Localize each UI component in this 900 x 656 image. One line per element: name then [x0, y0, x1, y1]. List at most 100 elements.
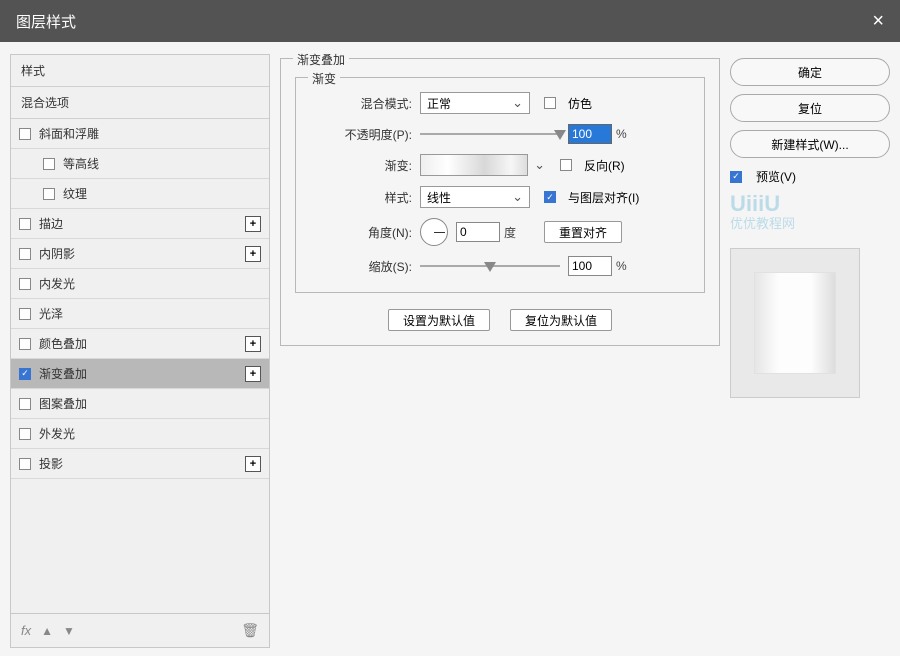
checkbox-icon[interactable]: [19, 218, 31, 230]
row-blend-mode: 混合模式: 正常 仿色: [310, 92, 690, 114]
add-effect-icon[interactable]: +: [245, 456, 261, 472]
checkbox-icon[interactable]: ✓: [19, 368, 31, 380]
blend-options-header[interactable]: 混合选项: [11, 87, 269, 119]
dither-label: 仿色: [568, 95, 592, 112]
sidebar-item-label: 等高线: [63, 155, 261, 172]
add-effect-icon[interactable]: +: [245, 366, 261, 382]
row-opacity: 不透明度(P): %: [310, 124, 690, 144]
label-opacity: 不透明度(P):: [310, 126, 420, 143]
reset-default-button[interactable]: 复位为默认值: [510, 309, 612, 331]
row-style: 样式: 线性 ✓ 与图层对齐(I): [310, 186, 690, 208]
checkbox-icon[interactable]: [19, 428, 31, 440]
sidebar-item[interactable]: 斜面和浮雕: [11, 119, 269, 149]
new-style-button[interactable]: 新建样式(W)...: [730, 130, 890, 158]
checkbox-icon[interactable]: [19, 308, 31, 320]
checkbox-icon[interactable]: [19, 338, 31, 350]
reverse-checkbox[interactable]: 反向(R): [560, 157, 625, 174]
blend-mode-select[interactable]: 正常: [420, 92, 530, 114]
sidebar-item[interactable]: 内阴影+: [11, 239, 269, 269]
settings-panel: 渐变叠加 渐变 混合模式: 正常 仿色 不透明度(P):: [280, 54, 720, 648]
reset-button[interactable]: 复位: [730, 94, 890, 122]
opacity-slider[interactable]: [420, 133, 560, 135]
sidebar-item-label: 内发光: [39, 275, 261, 292]
opacity-input[interactable]: [568, 124, 612, 144]
reverse-label: 反向(R): [584, 157, 625, 174]
label-gradient: 渐变:: [310, 157, 420, 174]
sidebar-item-label: 斜面和浮雕: [39, 125, 261, 142]
right-panel: 确定 复位 新建样式(W)... ✓ 预览(V) UiiiU 优优教程网: [730, 54, 890, 648]
add-effect-icon[interactable]: +: [245, 336, 261, 352]
default-buttons: 设置为默认值 复位为默认值: [295, 309, 705, 331]
sidebar-item[interactable]: 外发光: [11, 419, 269, 449]
sidebar-item-label: 渐变叠加: [39, 365, 245, 382]
fx-menu-icon[interactable]: fx: [21, 623, 31, 638]
preview-toggle[interactable]: ✓ 预览(V): [730, 168, 890, 185]
checkbox-icon[interactable]: [43, 188, 55, 200]
checkbox-icon: ✓: [544, 191, 556, 203]
checkbox-icon[interactable]: [19, 398, 31, 410]
checkbox-icon[interactable]: [19, 458, 31, 470]
slider-thumb-icon: [484, 262, 496, 272]
checkbox-icon[interactable]: [43, 158, 55, 170]
reset-align-button[interactable]: 重置对齐: [544, 221, 622, 243]
checkbox-icon: ✓: [730, 171, 742, 183]
align-layer-label: 与图层对齐(I): [568, 189, 639, 206]
blend-mode-value: 正常: [427, 95, 451, 112]
preview-box: [730, 248, 860, 398]
angle-input[interactable]: [456, 222, 500, 242]
row-scale: 缩放(S): %: [310, 256, 690, 276]
sidebar-item-label: 光泽: [39, 305, 261, 322]
sidebar-item-label: 图案叠加: [39, 395, 261, 412]
sidebar-item[interactable]: 描边+: [11, 209, 269, 239]
add-effect-icon[interactable]: +: [245, 246, 261, 262]
preview-sample: [755, 273, 835, 373]
sidebar-item[interactable]: 投影+: [11, 449, 269, 479]
styles-sidebar: 样式 混合选项 斜面和浮雕等高线纹理描边+内阴影+内发光光泽颜色叠加+✓渐变叠加…: [10, 54, 270, 648]
styles-list: 样式 混合选项 斜面和浮雕等高线纹理描边+内阴影+内发光光泽颜色叠加+✓渐变叠加…: [11, 55, 269, 613]
ok-button[interactable]: 确定: [730, 58, 890, 86]
gradient-picker[interactable]: [420, 154, 528, 176]
checkbox-icon[interactable]: [19, 248, 31, 260]
sidebar-item[interactable]: 等高线: [11, 149, 269, 179]
close-icon[interactable]: ×: [872, 10, 884, 33]
label-blend-mode: 混合模式:: [310, 95, 420, 112]
trash-icon[interactable]: 🗑: [241, 622, 259, 639]
label-style: 样式:: [310, 189, 420, 206]
row-angle: 角度(N): 度 重置对齐: [310, 218, 690, 246]
sidebar-item[interactable]: 图案叠加: [11, 389, 269, 419]
sidebar-item[interactable]: 光泽: [11, 299, 269, 329]
sidebar-item-label: 颜色叠加: [39, 335, 245, 352]
row-gradient: 渐变: 反向(R): [310, 154, 690, 176]
checkbox-icon: [544, 97, 556, 109]
group-title: 渐变叠加: [293, 51, 349, 68]
styles-header[interactable]: 样式: [11, 55, 269, 87]
move-up-icon[interactable]: ▲: [41, 624, 53, 638]
titlebar: 图层样式 ×: [0, 0, 900, 42]
sidebar-item[interactable]: ✓ 渐变叠加+: [11, 359, 269, 389]
style-select[interactable]: 线性: [420, 186, 530, 208]
opacity-unit: %: [616, 127, 627, 141]
slider-thumb-icon: [554, 130, 566, 140]
sidebar-item[interactable]: 颜色叠加+: [11, 329, 269, 359]
move-down-icon[interactable]: ▼: [63, 624, 75, 638]
scale-input[interactable]: [568, 256, 612, 276]
align-layer-checkbox[interactable]: ✓ 与图层对齐(I): [544, 189, 639, 206]
gradient-overlay-group: 渐变叠加 渐变 混合模式: 正常 仿色 不透明度(P):: [280, 58, 720, 346]
sidebar-item[interactable]: 纹理: [11, 179, 269, 209]
dither-checkbox[interactable]: 仿色: [544, 95, 592, 112]
scale-slider[interactable]: [420, 265, 560, 267]
angle-dial[interactable]: [420, 218, 448, 246]
subgroup-title: 渐变: [308, 70, 340, 87]
watermark-sub: 优优教程网: [730, 213, 890, 232]
sidebar-item[interactable]: 内发光: [11, 269, 269, 299]
add-effect-icon[interactable]: +: [245, 216, 261, 232]
sidebar-item-label: 纹理: [63, 185, 261, 202]
checkbox-icon[interactable]: [19, 278, 31, 290]
angle-unit: 度: [504, 224, 516, 241]
gradient-subgroup: 渐变 混合模式: 正常 仿色 不透明度(P):: [295, 77, 705, 293]
checkbox-icon[interactable]: [19, 128, 31, 140]
watermark-area: UiiiU 优优教程网: [730, 193, 890, 232]
window-title: 图层样式: [16, 11, 76, 32]
set-default-button[interactable]: 设置为默认值: [388, 309, 490, 331]
sidebar-item-label: 内阴影: [39, 245, 245, 262]
